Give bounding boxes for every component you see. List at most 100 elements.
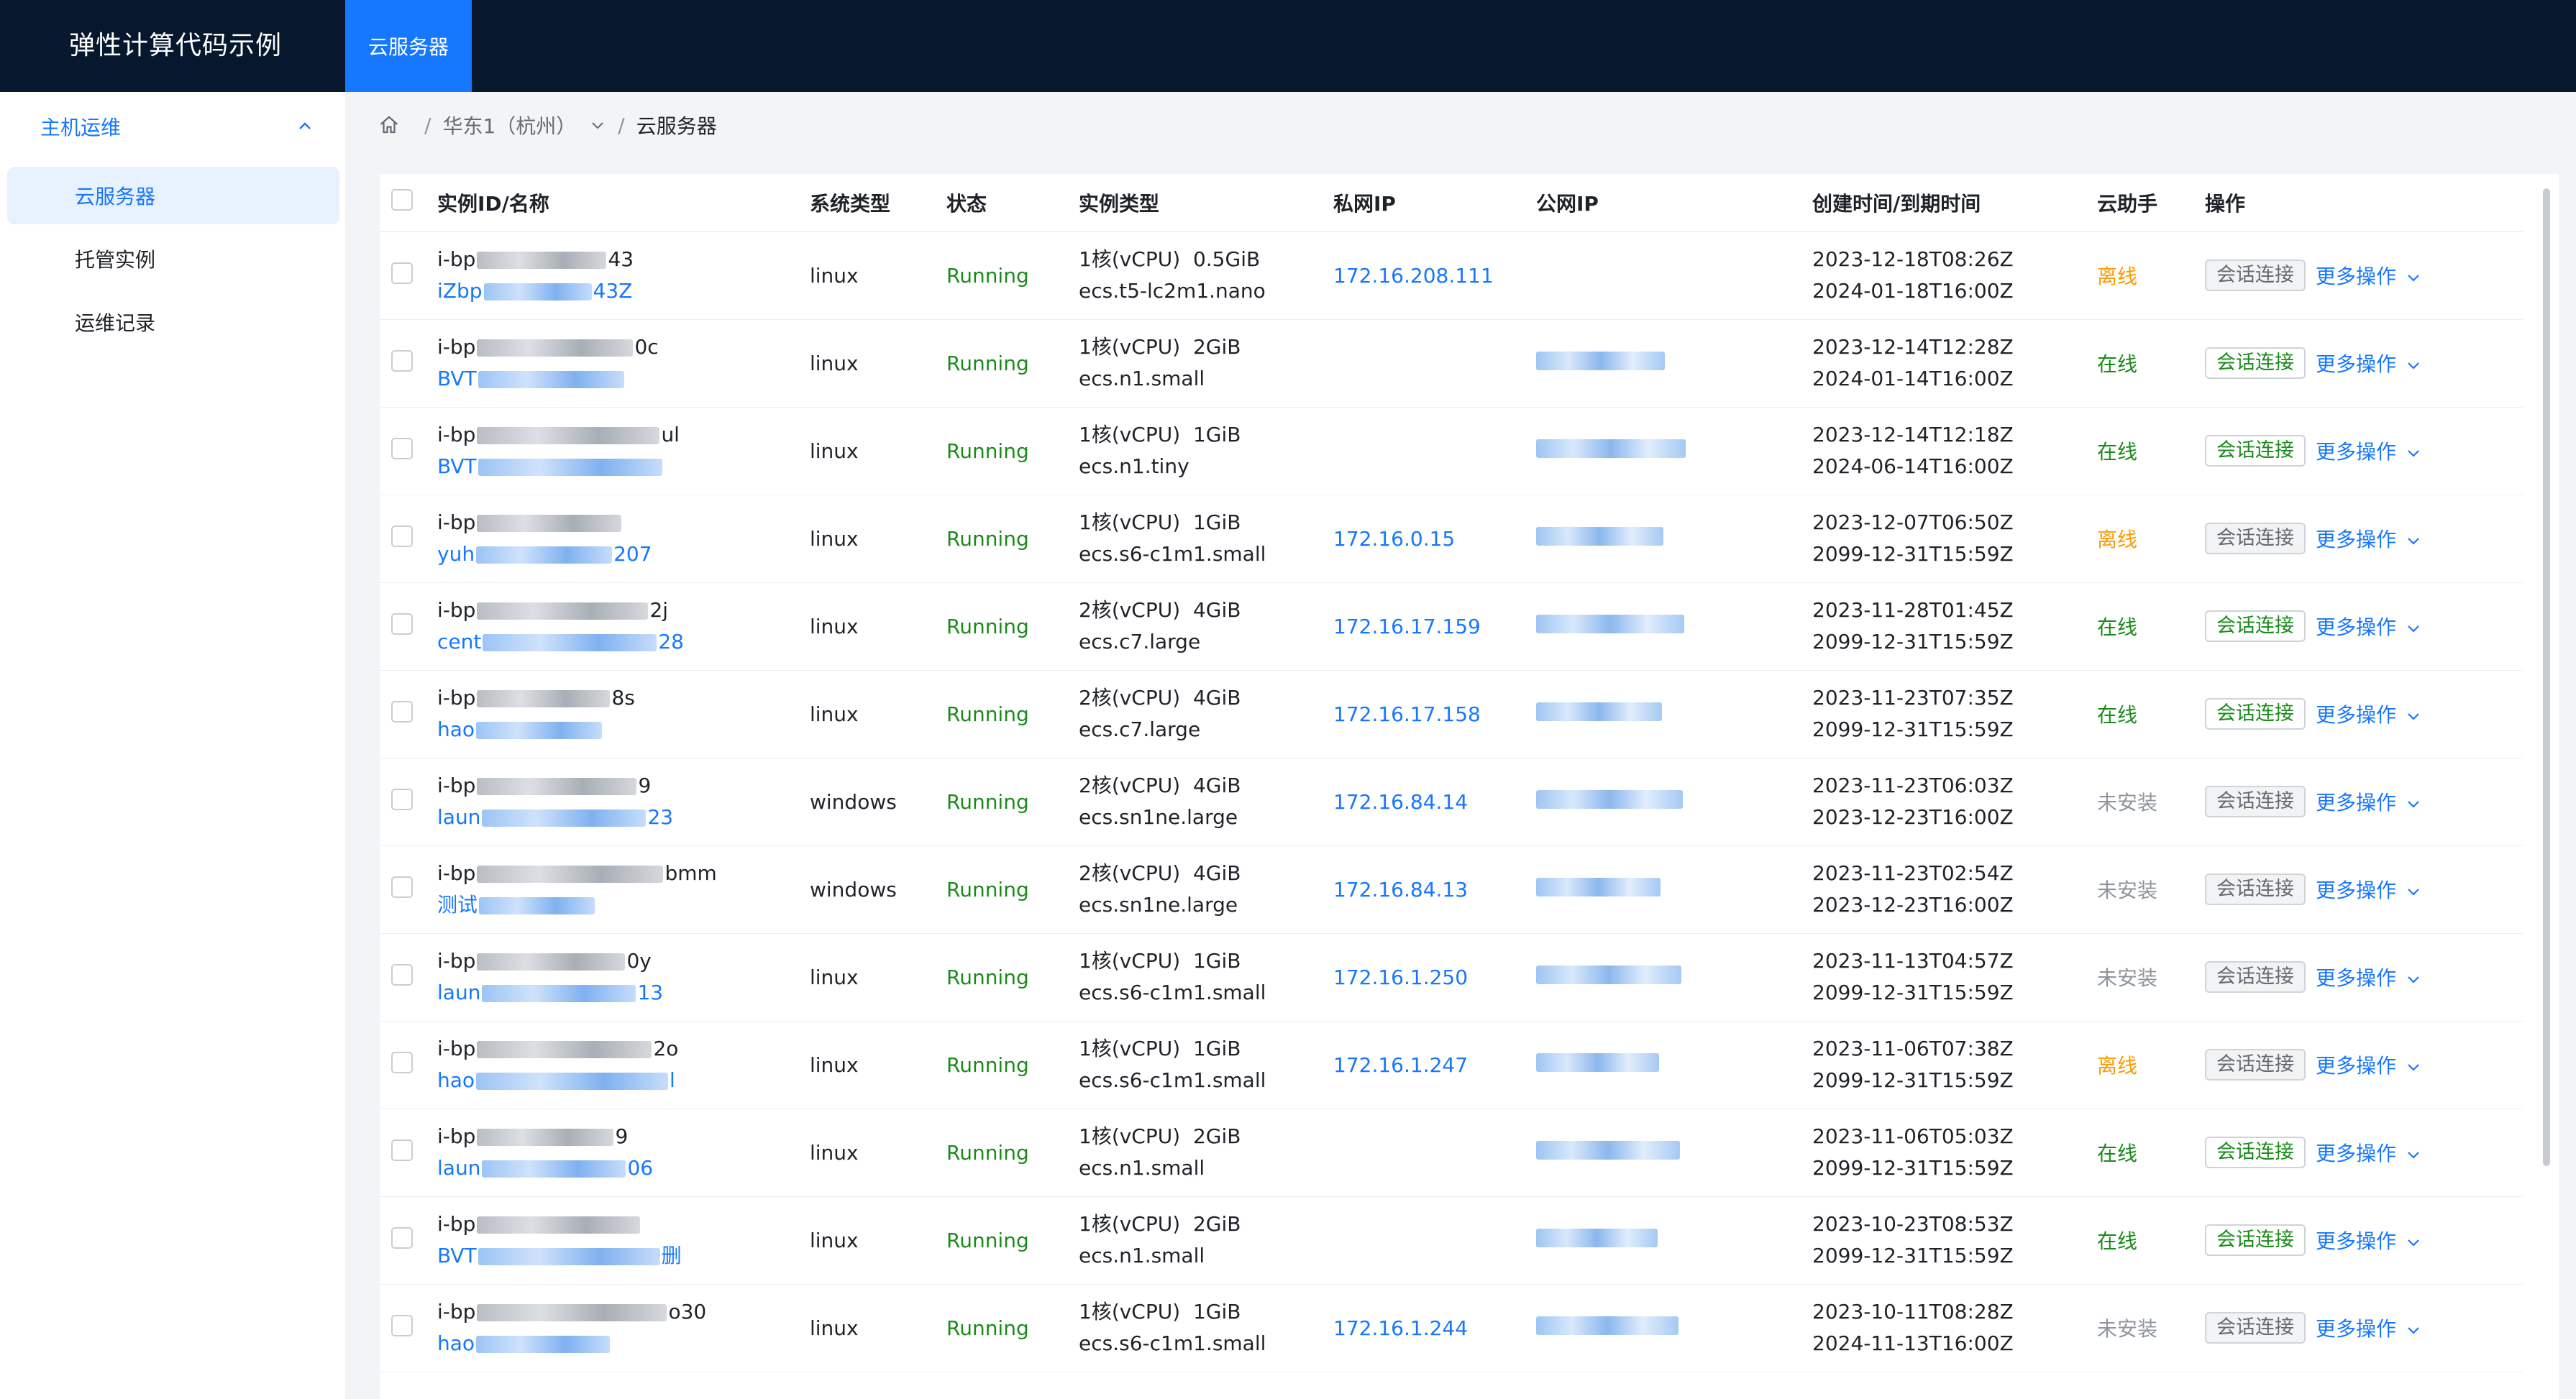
instance-name-prefix[interactable]: cent: [437, 630, 481, 653]
private-ip-cell[interactable]: 172.16.17.159: [1333, 582, 1536, 670]
private-ip-cell[interactable]: 172.16.1.244: [1333, 1284, 1536, 1372]
instance-name-suffix[interactable]: 删: [662, 1244, 682, 1267]
session-connect-button[interactable]: 会话连接: [2205, 260, 2306, 291]
session-connect-button[interactable]: 会话连接: [2205, 523, 2306, 554]
instance-name-suffix[interactable]: 28: [658, 630, 684, 653]
instance-name-prefix[interactable]: BVT: [437, 454, 477, 478]
row-checkbox[interactable]: [391, 262, 413, 284]
private-ip-cell[interactable]: [1333, 407, 1536, 495]
instance-spec: 1核(vCPU) 1GiB: [1079, 949, 1241, 973]
private-ip-cell[interactable]: [1333, 319, 1536, 407]
table-row[interactable]: i-bp 0y laun 13 linux Running 1核(vCPU) 1GiB ecs…: [380, 933, 2523, 1021]
home-icon[interactable]: [378, 114, 400, 136]
table-row[interactable]: i-bp o30 hao linux Running 1核(vCPU) 1GiB ecs.s…: [380, 1284, 2523, 1372]
session-connect-button[interactable]: 会话连接: [2205, 698, 2306, 730]
row-checkbox[interactable]: [391, 349, 413, 372]
session-connect-button[interactable]: 会话连接: [2205, 873, 2306, 905]
private-ip-cell[interactable]: 172.16.1.247: [1333, 1021, 1536, 1109]
instance-name-prefix[interactable]: iZbp: [437, 279, 483, 303]
instance-name-prefix[interactable]: yuh: [437, 542, 475, 566]
table-row[interactable]: i-bp ul BVT linux Running 1核(vCPU) 1GiB ecs.n1…: [380, 407, 2523, 495]
more-actions-dropdown[interactable]: 更多操作: [2316, 791, 2422, 815]
table-row[interactable]: i-bp BVT 删 linux Running 1核(vCPU) 2GiB ecs.n1.…: [380, 1196, 2523, 1284]
session-connect-button[interactable]: 会话连接: [2205, 610, 2306, 642]
instance-name-suffix[interactable]: 207: [613, 542, 652, 566]
row-checkbox[interactable]: [391, 963, 413, 986]
more-actions-dropdown[interactable]: 更多操作: [2316, 1142, 2422, 1165]
instance-name-prefix[interactable]: hao: [437, 717, 475, 741]
more-actions-dropdown[interactable]: 更多操作: [2316, 1054, 2422, 1078]
breadcrumb-region[interactable]: 华东1（杭州）: [442, 111, 576, 139]
private-ip-cell[interactable]: 172.16.0.15: [1333, 495, 1536, 582]
row-checkbox[interactable]: [391, 613, 413, 635]
sidebar-group-host-ops[interactable]: 主机运维: [0, 92, 345, 161]
table-row[interactable]: i-bp 0c BVT linux Running 1核(vCPU) 2GiB ecs.n1…: [380, 319, 2523, 407]
session-connect-button[interactable]: 会话连接: [2205, 1312, 2306, 1344]
table-row[interactable]: i-bp bmm 测试 windows Running 2核(vCPU) 4GiB ecs.…: [380, 845, 2523, 933]
session-connect-button[interactable]: 会话连接: [2205, 786, 2306, 817]
instance-name-prefix[interactable]: laun: [437, 805, 480, 829]
sidebar-item-managed-instances[interactable]: 托管实例: [7, 230, 339, 288]
row-checkbox[interactable]: [391, 700, 413, 723]
instance-name-prefix[interactable]: hao: [437, 1068, 475, 1092]
session-connect-button[interactable]: 会话连接: [2205, 347, 2306, 379]
instance-name-prefix[interactable]: BVT: [437, 1244, 477, 1267]
created-time: 2023-10-11T08:28Z: [1812, 1300, 2014, 1324]
private-ip-cell[interactable]: 172.16.84.13: [1333, 845, 1536, 933]
more-actions-dropdown[interactable]: 更多操作: [2316, 528, 2422, 551]
table-row[interactable]: i-bp 2j cent 28 linux Running 2核(vCPU) 4GiB ecs…: [380, 582, 2523, 670]
instance-name-suffix[interactable]: l: [670, 1068, 675, 1092]
chevron-down-icon[interactable]: [589, 116, 606, 134]
row-checkbox[interactable]: [391, 1051, 413, 1073]
instance-name-suffix[interactable]: 13: [637, 981, 663, 1004]
more-actions-dropdown[interactable]: 更多操作: [2316, 703, 2422, 727]
row-checkbox[interactable]: [391, 525, 413, 547]
session-connect-button[interactable]: 会话连接: [2205, 435, 2306, 467]
more-actions-dropdown[interactable]: 更多操作: [2316, 1229, 2422, 1253]
top-tab-cloud-servers[interactable]: 云服务器: [345, 0, 472, 92]
row-checkbox[interactable]: [391, 437, 413, 459]
more-actions-dropdown[interactable]: 更多操作: [2316, 615, 2422, 639]
session-connect-button[interactable]: 会话连接: [2205, 1049, 2306, 1081]
instance-name-suffix[interactable]: 43Z: [593, 279, 633, 303]
private-ip-cell[interactable]: 172.16.208.111: [1333, 231, 1536, 319]
private-ip-cell[interactable]: 172.16.17.158: [1333, 670, 1536, 758]
sidebar-item-cloud-servers[interactable]: 云服务器: [7, 167, 339, 224]
more-actions-dropdown[interactable]: 更多操作: [2316, 966, 2422, 990]
private-ip-cell[interactable]: [1333, 1196, 1536, 1284]
sidebar-item-ops-records[interactable]: 运维记录: [7, 293, 339, 351]
instance-name-prefix[interactable]: laun: [437, 981, 480, 1004]
more-actions-dropdown[interactable]: 更多操作: [2316, 1317, 2422, 1341]
table-row[interactable]: i-bp 8s hao linux Running 2核(vCPU) 4GiB ecs.c7…: [380, 670, 2523, 758]
instance-name-prefix[interactable]: 测试: [437, 893, 478, 917]
table-row[interactable]: i-bp 2o hao l linux Running 1核(vCPU) 1GiB ecs.s…: [380, 1021, 2523, 1109]
table-row[interactable]: i-bp 9 laun 23 windows Running 2核(vCPU) 4GiB ec…: [380, 758, 2523, 845]
private-ip-cell[interactable]: [1333, 1109, 1536, 1196]
row-checkbox[interactable]: [391, 876, 413, 898]
session-connect-button[interactable]: 会话连接: [2205, 961, 2306, 993]
row-checkbox[interactable]: [391, 788, 413, 810]
session-connect-button[interactable]: 会话连接: [2205, 1137, 2306, 1168]
row-checkbox[interactable]: [391, 1139, 413, 1161]
instance-name-prefix[interactable]: hao: [437, 1331, 475, 1355]
private-ip-cell[interactable]: 172.16.84.14: [1333, 758, 1536, 845]
session-connect-button[interactable]: 会话连接: [2205, 1224, 2306, 1256]
table-row[interactable]: i-bp yuh 207 linux Running 1核(vCPU) 1GiB ecs.s…: [380, 495, 2523, 582]
select-all-checkbox[interactable]: [391, 189, 413, 211]
more-actions-dropdown[interactable]: 更多操作: [2316, 352, 2422, 376]
private-ip-cell[interactable]: 172.16.1.250: [1333, 933, 1536, 1021]
table-row[interactable]: i-bp 43 iZbp 43Z linux Running 1核(vCPU) 0.5GiB…: [380, 231, 2523, 319]
instance-name-suffix[interactable]: 06: [627, 1156, 653, 1180]
time-cell: 2023-11-13T04:57Z 2099-12-31T15:59Z: [1812, 933, 2097, 1021]
instance-name-prefix[interactable]: BVT: [437, 367, 477, 390]
instance-name-suffix[interactable]: 23: [647, 805, 673, 829]
instance-name-prefix[interactable]: laun: [437, 1156, 480, 1180]
public-ip-cell: [1536, 670, 1812, 758]
more-actions-dropdown[interactable]: 更多操作: [2316, 879, 2422, 902]
row-checkbox[interactable]: [391, 1226, 413, 1249]
more-actions-dropdown[interactable]: 更多操作: [2316, 265, 2422, 288]
table-row[interactable]: i-bp 9 laun 06 linux Running 1核(vCPU) 2GiB ecs.…: [380, 1109, 2523, 1196]
more-actions-dropdown[interactable]: 更多操作: [2316, 440, 2422, 464]
vertical-scrollbar[interactable]: [2543, 188, 2550, 1166]
row-checkbox[interactable]: [391, 1314, 413, 1336]
